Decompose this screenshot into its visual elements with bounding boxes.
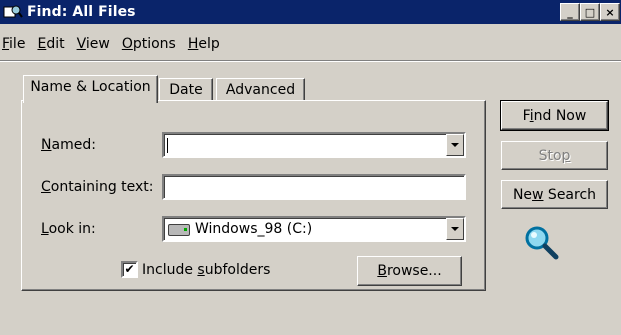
named-combobox[interactable] <box>162 132 466 158</box>
named-label: Named: <box>41 137 96 153</box>
menu-options[interactable]: Options <box>116 33 182 55</box>
text-caret <box>167 138 168 153</box>
magnifier-icon <box>525 226 559 260</box>
include-subfolders-checkbox[interactable]: ✔ <box>121 261 138 278</box>
named-dropdown-button[interactable] <box>446 134 464 156</box>
tab-label: Name & Location <box>30 79 151 95</box>
menu-separator <box>0 60 621 62</box>
menu-file[interactable]: File <box>0 33 31 55</box>
tab-name-location[interactable]: Name & Location <box>23 75 158 103</box>
new-search-button[interactable]: New Search <box>501 180 608 209</box>
menu-view[interactable]: View <box>71 33 116 55</box>
look-in-combobox[interactable]: Windows_98 (C:) <box>162 216 466 242</box>
minimize-button[interactable]: _ <box>560 3 580 21</box>
maximize-button[interactable]: □ <box>580 3 600 21</box>
dropdown-arrow-icon <box>451 227 459 231</box>
window-title: Find: All Files <box>27 4 136 20</box>
browse-button[interactable]: Browse... <box>357 256 462 286</box>
find-now-button[interactable]: Find Now <box>500 100 609 131</box>
stop-button[interactable]: Stop <box>501 141 608 170</box>
tab-label: Date <box>169 82 203 98</box>
look-in-label: Look in: <box>41 221 96 237</box>
menu-bar: File Edit View Options Help <box>0 33 226 55</box>
close-button[interactable]: × <box>600 3 620 21</box>
containing-text-label: Containing text: <box>41 179 154 195</box>
menu-edit[interactable]: Edit <box>31 33 70 55</box>
drive-icon <box>168 224 190 236</box>
include-subfolders-label[interactable]: Include subfolders <box>142 261 270 279</box>
tab-panel: Named: Containing text: Look in: Windows… <box>21 100 486 291</box>
look-in-value: Windows_98 (C:) <box>195 221 313 237</box>
dropdown-arrow-icon <box>451 143 459 147</box>
menu-help[interactable]: Help <box>182 33 226 55</box>
look-in-dropdown-button[interactable] <box>446 218 464 240</box>
checkmark-icon: ✔ <box>124 262 135 276</box>
containing-text-input[interactable] <box>162 174 466 200</box>
title-bar[interactable]: Find: All Files _ □ × <box>0 0 621 24</box>
find-files-icon <box>3 5 23 18</box>
tab-label: Advanced <box>225 82 296 98</box>
